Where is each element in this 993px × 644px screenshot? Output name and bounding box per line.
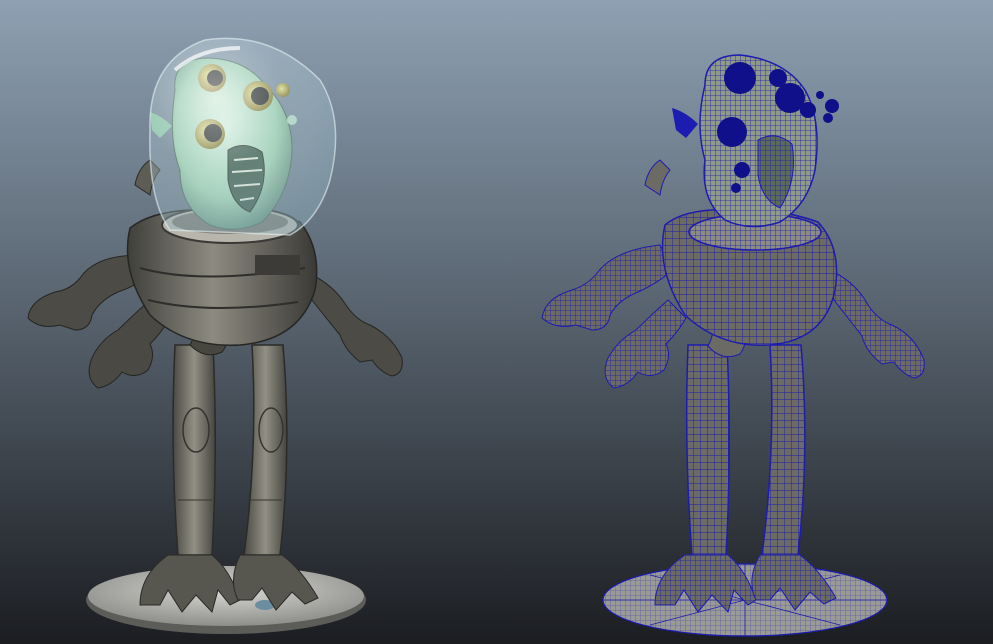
maya-3d-viewport[interactable] xyxy=(0,0,993,644)
wire-eye-side xyxy=(800,102,816,118)
left-leg xyxy=(172,344,217,556)
wire-bubble xyxy=(731,183,741,193)
wire-bubble xyxy=(825,99,839,113)
viewport-canvas[interactable] xyxy=(0,0,993,644)
wire-eye-lower xyxy=(717,117,747,147)
wire-bubble xyxy=(734,162,750,178)
wire-mesh xyxy=(686,345,730,555)
wire-bubble xyxy=(816,91,824,99)
wire-bubble xyxy=(823,113,833,123)
wire-eye-top xyxy=(724,62,756,94)
chest-panel xyxy=(255,255,300,275)
wire-eye-small xyxy=(769,69,787,87)
